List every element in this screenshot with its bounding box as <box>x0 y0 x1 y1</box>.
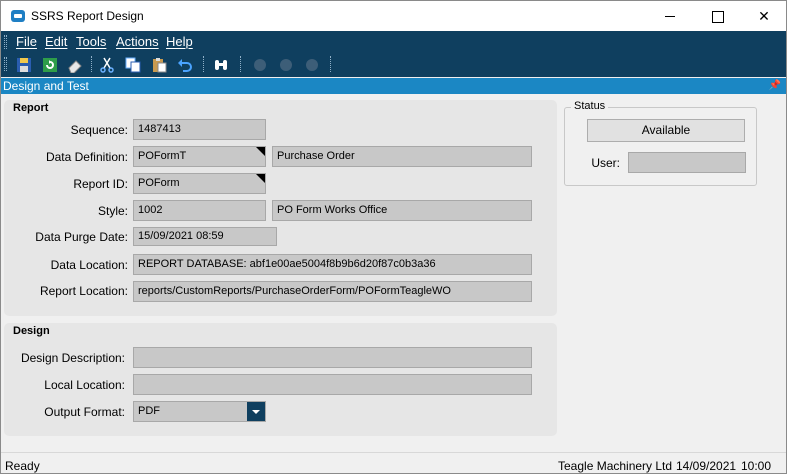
sequence-field[interactable]: 1487413 <box>133 119 266 140</box>
design-description-label: Design Description: <box>20 351 125 365</box>
company-name: Teagle Machinery Ltd <box>558 459 673 473</box>
find-icon[interactable] <box>211 55 231 74</box>
data-location-label: Data Location: <box>50 258 128 272</box>
lookup-corner-icon <box>256 174 265 183</box>
menu-edit[interactable]: Edit <box>45 34 67 49</box>
panel-title: Design and Test <box>3 79 89 93</box>
lookup-corner-icon <box>256 147 265 156</box>
toolbar-separator <box>203 56 204 72</box>
data-location-value: REPORT DATABASE: abf1e00ae5004f8b9b6d20f… <box>138 258 436 270</box>
menu-tools[interactable]: Tools <box>76 34 106 49</box>
save-icon[interactable] <box>14 55 34 74</box>
cut-icon[interactable] <box>97 55 117 74</box>
status-heading: Status <box>571 100 609 112</box>
purge-date-field[interactable]: 15/09/2021 08:59 <box>133 227 277 246</box>
report-location-value: reports/CustomReports/PurchaseOrderForm/… <box>138 285 451 297</box>
purge-date-value: 15/09/2021 08:59 <box>138 230 224 242</box>
local-location-field[interactable] <box>133 374 532 395</box>
status-text: Ready <box>5 459 40 473</box>
maximize-button[interactable] <box>694 1 740 32</box>
data-definition-description: Purchase Order <box>272 146 532 167</box>
data-definition-desc-value: Purchase Order <box>277 150 355 162</box>
chevron-down-icon[interactable] <box>247 402 265 421</box>
user-label: User: <box>591 156 620 170</box>
report-location-field[interactable]: reports/CustomReports/PurchaseOrderForm/… <box>133 281 532 302</box>
report-id-label: Report ID: <box>73 177 128 191</box>
toolbar-separator <box>91 56 92 72</box>
sequence-value: 1487413 <box>138 123 181 135</box>
output-format-value: PDF <box>138 405 160 417</box>
refresh-icon[interactable] <box>40 55 60 74</box>
style-description: PO Form Works Office <box>272 200 532 221</box>
toolbar <box>0 52 787 77</box>
first-record-icon[interactable] <box>250 55 270 74</box>
minimize-button[interactable] <box>647 1 693 32</box>
design-heading: Design <box>13 325 50 337</box>
app-icon <box>11 10 25 22</box>
menu-bar: File Edit Tools Actions Help <box>0 31 787 52</box>
panel-header: Design and Test 📌 <box>0 78 787 94</box>
toolbar-grip <box>4 57 7 71</box>
data-definition-value: POFormT <box>138 150 187 162</box>
window-title: SSRS Report Design <box>31 9 144 23</box>
title-bar: SSRS Report Design ✕ <box>0 0 787 31</box>
menu-grip <box>4 35 7 49</box>
data-definition-label: Data Definition: <box>45 150 128 164</box>
menu-help[interactable]: Help <box>166 34 193 49</box>
status-time: 10:00 <box>741 459 772 473</box>
eraser-icon[interactable] <box>65 55 85 74</box>
report-id-value: POForm <box>138 177 180 189</box>
style-field[interactable]: 1002 <box>133 200 266 221</box>
previous-record-icon[interactable] <box>276 55 296 74</box>
sequence-label: Sequence: <box>70 123 128 137</box>
menu-actions[interactable]: Actions <box>116 34 159 49</box>
style-label: Style: <box>97 204 128 218</box>
status-date: 14/09/2021 <box>676 459 737 473</box>
toolbar-separator <box>330 56 331 72</box>
paste-icon[interactable] <box>149 55 169 74</box>
next-record-icon[interactable] <box>302 55 322 74</box>
status-available-button[interactable]: Available <box>587 119 745 142</box>
output-format-select[interactable]: PDF <box>133 401 266 422</box>
user-field[interactable] <box>628 152 746 173</box>
pin-icon[interactable]: 📌 <box>769 78 781 94</box>
report-id-field[interactable]: POForm <box>133 173 266 194</box>
local-location-label: Local Location: <box>44 378 125 392</box>
copy-icon[interactable] <box>123 55 143 74</box>
data-location-field[interactable]: REPORT DATABASE: abf1e00ae5004f8b9b6d20f… <box>133 254 532 275</box>
purge-date-label: Data Purge Date: <box>35 230 128 244</box>
style-desc-value: PO Form Works Office <box>277 204 388 216</box>
design-description-field[interactable] <box>133 347 532 368</box>
menu-file[interactable]: File <box>16 34 37 49</box>
style-value: 1002 <box>138 204 163 216</box>
status-bar: Ready Teagle Machinery Ltd 14/09/2021 10… <box>0 452 787 474</box>
close-button[interactable]: ✕ <box>741 1 787 32</box>
undo-icon[interactable] <box>175 55 195 74</box>
report-heading: Report <box>13 102 49 114</box>
output-format-label: Output Format: <box>44 405 125 419</box>
data-definition-field[interactable]: POFormT <box>133 146 266 167</box>
report-location-label: Report Location: <box>39 284 128 298</box>
toolbar-separator <box>240 56 241 72</box>
